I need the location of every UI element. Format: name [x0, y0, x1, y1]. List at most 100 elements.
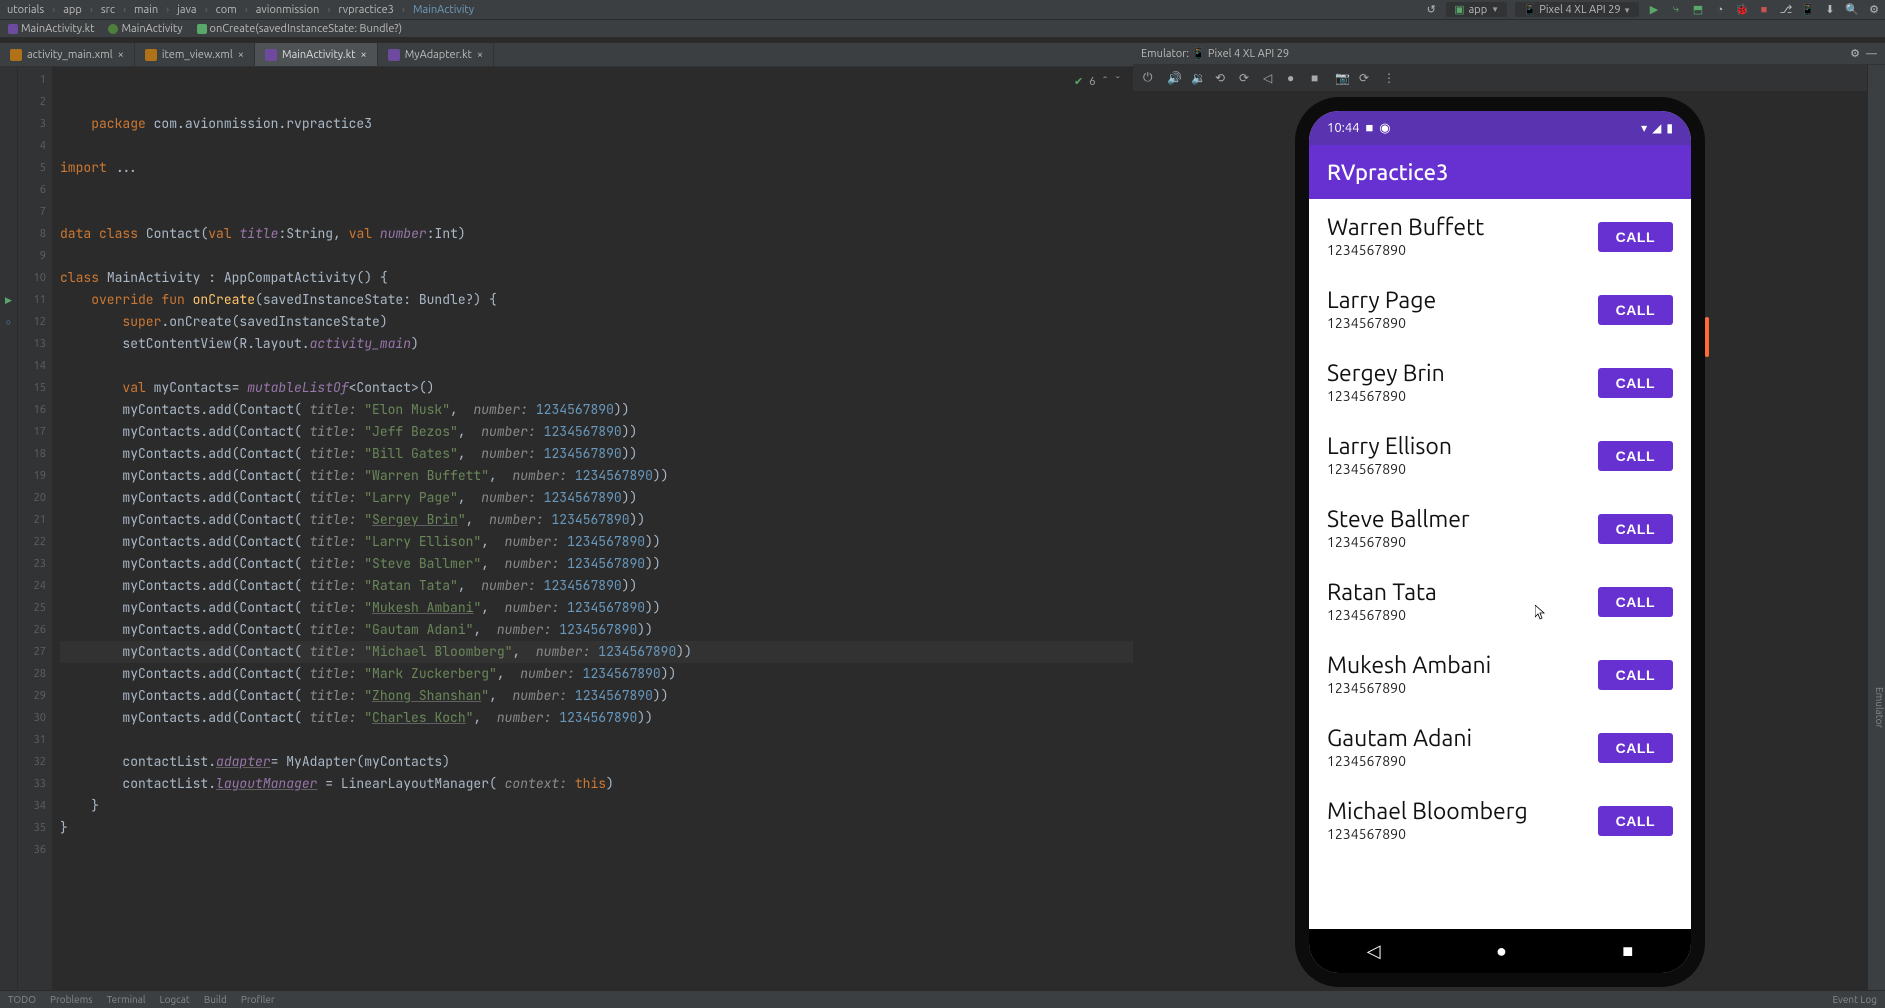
- search-icon[interactable]: 🔍: [1845, 3, 1859, 17]
- app-bar: RVpractice3: [1309, 145, 1691, 199]
- crumb[interactable]: avionmission: [253, 4, 323, 16]
- nav-class[interactable]: MainActivity: [104, 23, 186, 35]
- phone-frame: 10:44 ■ ◉ ▾◢▮ RVpractice3 Warren Buffett…: [1295, 97, 1705, 987]
- sdk-icon[interactable]: ⬇: [1823, 3, 1837, 17]
- crumb[interactable]: src: [98, 4, 118, 16]
- sb-profiler[interactable]: Profiler: [241, 994, 275, 1005]
- call-button[interactable]: CALL: [1598, 733, 1673, 763]
- tab-mainactivity[interactable]: MainActivity.kt×: [255, 43, 378, 66]
- avd-icon[interactable]: 📱: [1801, 3, 1815, 17]
- volume-up-icon[interactable]: 🔊: [1167, 71, 1181, 85]
- tab-activity-main[interactable]: activity_main.xml×: [0, 43, 135, 66]
- crumb[interactable]: rvpractice3: [335, 4, 397, 16]
- sync-icon[interactable]: ↺: [1424, 3, 1438, 17]
- home-icon[interactable]: ●: [1287, 71, 1301, 85]
- run-gutter-icon[interactable]: ▶: [0, 289, 17, 311]
- right-sidebar[interactable]: Emulator: [1867, 65, 1885, 990]
- attach-icon[interactable]: 🐞: [1735, 3, 1749, 17]
- override-icon[interactable]: ○: [0, 311, 17, 333]
- sb-logcat[interactable]: Logcat: [159, 994, 189, 1005]
- contact-row[interactable]: Mukesh Ambani1234567890CALL: [1309, 637, 1691, 710]
- sb-terminal[interactable]: Terminal: [107, 994, 146, 1005]
- stop-icon[interactable]: ■: [1757, 3, 1771, 17]
- tab-item-view[interactable]: item_view.xml×: [135, 43, 255, 66]
- crumb[interactable]: main: [131, 4, 161, 16]
- crumb[interactable]: utorials: [4, 4, 47, 16]
- contact-row[interactable]: Larry Ellison1234567890CALL: [1309, 418, 1691, 491]
- tab-myadapter[interactable]: MyAdapter.kt×: [378, 43, 494, 66]
- contact-row[interactable]: Larry Page1234567890CALL: [1309, 272, 1691, 345]
- android-nav-bar: ◁ ● ■: [1309, 929, 1691, 973]
- kt-icon: [388, 49, 400, 61]
- inspection-widget[interactable]: ✔ 6 ˆ ˇ: [1074, 71, 1121, 93]
- sb-todo[interactable]: TODO: [8, 994, 36, 1005]
- call-button[interactable]: CALL: [1598, 295, 1673, 325]
- contact-name: Steve Ballmer: [1327, 507, 1470, 532]
- close-icon[interactable]: ×: [118, 49, 124, 61]
- screenshot-icon[interactable]: 📷: [1335, 71, 1349, 85]
- run-config-dropdown[interactable]: ▣ app ▼: [1446, 2, 1507, 17]
- contact-row[interactable]: Steve Ballmer1234567890CALL: [1309, 491, 1691, 564]
- call-button[interactable]: CALL: [1598, 514, 1673, 544]
- git-icon[interactable]: ⎇: [1779, 3, 1793, 17]
- call-button[interactable]: CALL: [1598, 806, 1673, 836]
- check-icon: ✔: [1074, 71, 1083, 93]
- volume-down-icon[interactable]: 🔉: [1191, 71, 1205, 85]
- chevron-down-icon[interactable]: ˇ: [1114, 71, 1121, 93]
- device-dropdown[interactable]: 📱 Pixel 4 XL API 29 ▼: [1515, 2, 1639, 17]
- sb-eventlog[interactable]: Event Log: [1833, 994, 1878, 1005]
- phone-screen[interactable]: 10:44 ■ ◉ ▾◢▮ RVpractice3 Warren Buffett…: [1309, 111, 1691, 973]
- contact-name: Gautam Adani: [1327, 726, 1472, 751]
- coverage-icon[interactable]: ⬒: [1691, 3, 1705, 17]
- chevron-up-icon[interactable]: ˆ: [1102, 71, 1109, 93]
- nav-home-icon[interactable]: ●: [1496, 941, 1507, 962]
- editor[interactable]: ▶ ○ 123456789101112131415161718192021222…: [0, 67, 1133, 990]
- contact-row[interactable]: Ratan Tata1234567890CALL: [1309, 564, 1691, 637]
- run-icon[interactable]: ▶: [1647, 3, 1661, 17]
- contact-number: 1234567890: [1327, 388, 1445, 404]
- call-button[interactable]: CALL: [1598, 368, 1673, 398]
- overview-icon[interactable]: ■: [1311, 71, 1325, 85]
- back-icon[interactable]: ◁: [1263, 71, 1277, 85]
- close-icon[interactable]: ×: [238, 49, 244, 61]
- code-area[interactable]: ✔ 6 ˆ ˇ package com.avionmission.rvpract…: [52, 67, 1133, 990]
- crumb[interactable]: java: [174, 4, 199, 16]
- gear-icon[interactable]: ⚙: [1850, 47, 1860, 60]
- call-button[interactable]: CALL: [1598, 441, 1673, 471]
- contact-row[interactable]: Sergey Brin1234567890CALL: [1309, 345, 1691, 418]
- nav-recent-icon[interactable]: ■: [1622, 941, 1633, 962]
- breadcrumb[interactable]: utorials› app› src› main› java› com› avi…: [4, 4, 477, 16]
- sb-problems[interactable]: Problems: [50, 994, 93, 1005]
- profile-icon[interactable]: ◔: [1713, 3, 1727, 17]
- settings-icon[interactable]: ⚙: [1867, 3, 1881, 17]
- call-button[interactable]: CALL: [1598, 587, 1673, 617]
- crumb[interactable]: app: [60, 4, 85, 16]
- status-bar: TODO Problems Terminal Logcat Build Prof…: [0, 990, 1885, 1008]
- screen-record-icon[interactable]: ⟳: [1359, 71, 1373, 85]
- close-icon[interactable]: ×: [477, 49, 483, 61]
- contact-row[interactable]: Gautam Adani1234567890CALL: [1309, 710, 1691, 783]
- call-button[interactable]: CALL: [1598, 222, 1673, 252]
- contact-list[interactable]: Warren Buffett1234567890CALLLarry Page12…: [1309, 199, 1691, 929]
- crumb[interactable]: MainActivity: [410, 4, 477, 16]
- nav-file[interactable]: MainActivity.kt: [4, 23, 98, 35]
- contact-number: 1234567890: [1327, 826, 1528, 842]
- contact-row[interactable]: Michael Bloomberg1234567890CALL: [1309, 783, 1691, 856]
- rotate-left-icon[interactable]: ⟲: [1215, 71, 1229, 85]
- call-button[interactable]: CALL: [1598, 660, 1673, 690]
- xml-icon: [10, 49, 22, 61]
- navigation-bar: MainActivity.kt MainActivity onCreate(sa…: [0, 20, 1885, 38]
- debug-icon[interactable]: ⤷: [1669, 3, 1683, 17]
- more-icon[interactable]: ⋮: [1383, 71, 1397, 85]
- contact-row[interactable]: Warren Buffett1234567890CALL: [1309, 199, 1691, 272]
- nav-back-icon[interactable]: ◁: [1367, 941, 1381, 962]
- rotate-right-icon[interactable]: ⟳: [1239, 71, 1253, 85]
- power-icon[interactable]: ⏻: [1143, 71, 1157, 85]
- minimize-icon[interactable]: —: [1866, 48, 1877, 60]
- close-icon[interactable]: ×: [360, 49, 366, 61]
- contact-name: Warren Buffett: [1327, 215, 1484, 240]
- crumb[interactable]: com: [213, 4, 240, 16]
- sb-build[interactable]: Build: [204, 994, 227, 1005]
- nav-method[interactable]: onCreate(savedInstanceState: Bundle?): [193, 23, 407, 35]
- emulator-panel: 10:44 ■ ◉ ▾◢▮ RVpractice3 Warren Buffett…: [1133, 91, 1867, 990]
